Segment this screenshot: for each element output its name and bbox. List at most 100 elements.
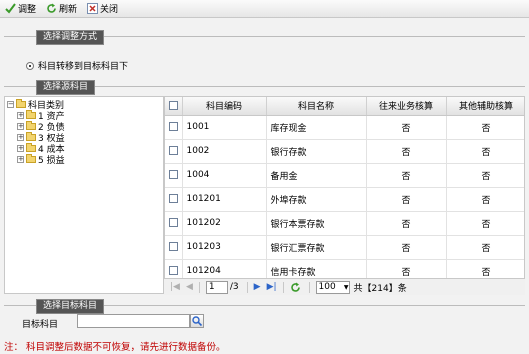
next-page-icon[interactable]: ▶ <box>254 282 261 292</box>
table-row[interactable]: 101202 银行本票存款否否 <box>165 211 524 236</box>
target-account-label: 目标科目 <box>22 320 59 330</box>
account-code: 1001 <box>182 115 267 140</box>
folder-icon <box>26 142 36 152</box>
wanglai-flag: 否 <box>366 139 447 164</box>
prev-page-icon[interactable]: ◀ <box>186 282 193 292</box>
dropdown-arrow-icon: ▼ <box>343 283 349 291</box>
account-name: 银行存款 <box>266 139 367 164</box>
adjust-mode-section: 选择调整方式 <box>4 30 525 45</box>
row-checkbox[interactable] <box>168 218 178 227</box>
adjust-button-label: 调整 <box>18 5 37 15</box>
row-checkbox[interactable] <box>168 122 178 131</box>
tree-root[interactable]: − 科目类别 <box>7 98 64 111</box>
account-name: 备用金 <box>266 163 367 188</box>
target-section: 选择目标科目 <box>4 299 525 314</box>
expand-icon[interactable]: + <box>17 122 24 130</box>
total-pages-label: /3 <box>229 282 239 292</box>
tree-node-equity[interactable]: + 3 权益 <box>17 131 65 144</box>
source-legend: 选择源科目 <box>36 80 96 95</box>
row-checkbox[interactable] <box>168 170 178 179</box>
tree-node-assets[interactable]: + 1 资产 <box>17 109 65 122</box>
account-code: 1002 <box>182 139 267 164</box>
page-size-value: 100 <box>318 282 336 292</box>
wanglai-flag: 否 <box>366 187 447 212</box>
row-checkbox-cell[interactable] <box>165 139 183 164</box>
refresh-icon <box>47 3 56 13</box>
pager: |◀ ◀ /3 ▶ ▶| 100 ▼ 共【214】条 <box>164 278 525 295</box>
account-code: 101203 <box>182 235 267 260</box>
target-legend: 选择目标科目 <box>36 299 105 314</box>
radio-selected[interactable] <box>26 61 34 70</box>
search-icon <box>192 316 203 327</box>
page-number-input[interactable] <box>205 280 228 294</box>
move-to-target-option[interactable]: 科目转移到目标科目下 <box>26 59 128 72</box>
tree-node-liabilities[interactable]: + 2 负债 <box>17 120 65 133</box>
account-code: 1004 <box>182 163 267 188</box>
table-row[interactable]: 1004 备用金否否 <box>165 163 524 188</box>
account-name: 银行汇票存款 <box>266 235 367 260</box>
row-checkbox-cell[interactable] <box>165 187 183 212</box>
refresh-button-label: 刷新 <box>59 5 78 15</box>
row-checkbox[interactable] <box>168 242 178 251</box>
target-lookup-button[interactable] <box>190 314 204 328</box>
target-account-input[interactable] <box>77 314 190 328</box>
move-to-target-label: 科目转移到目标科目下 <box>38 62 129 72</box>
collapse-icon[interactable]: − <box>7 100 14 108</box>
expand-icon[interactable]: + <box>17 133 24 141</box>
column-header-name[interactable]: 科目名称 <box>266 97 367 116</box>
first-page-icon[interactable]: |◀ <box>170 282 180 292</box>
wanglai-flag: 否 <box>366 163 447 188</box>
page-size-select[interactable]: 100 ▼ <box>315 280 350 294</box>
other-flag: 否 <box>446 163 524 188</box>
refresh-icon[interactable] <box>290 282 301 293</box>
row-checkbox[interactable] <box>168 146 178 155</box>
expand-icon[interactable]: + <box>17 111 24 119</box>
expand-icon[interactable]: + <box>17 144 24 152</box>
select-all-header[interactable] <box>165 97 183 116</box>
tree-node-profit-loss[interactable]: + 5 损益 <box>17 153 65 166</box>
row-checkbox[interactable] <box>168 266 178 275</box>
account-name: 银行本票存款 <box>266 211 367 236</box>
row-checkbox-cell[interactable] <box>165 235 183 260</box>
row-checkbox-cell[interactable] <box>165 115 183 140</box>
account-grid: 科目编码 科目名称 往来业务核算 其他辅助核算 1001 库存现金否否 1002 银行… <box>164 96 525 294</box>
row-checkbox-cell[interactable] <box>165 163 183 188</box>
tree-node-cost[interactable]: + 4 成本 <box>17 142 65 155</box>
last-page-icon[interactable]: ▶| <box>267 282 277 292</box>
select-all-checkbox[interactable] <box>168 100 178 110</box>
category-tree: − 科目类别 + 1 资产 + 2 负债 + 3 权益 + 4 成本 + 5 损… <box>4 96 164 294</box>
wanglai-flag: 否 <box>366 211 447 236</box>
column-header-wanglai[interactable]: 往来业务核算 <box>366 97 447 116</box>
refresh-button[interactable]: 刷新 <box>43 1 80 17</box>
row-checkbox-cell[interactable] <box>165 211 183 236</box>
account-code: 101202 <box>182 211 267 236</box>
wanglai-flag: 否 <box>366 115 447 140</box>
expand-icon[interactable]: + <box>17 155 24 163</box>
total-count-label: 共【214】条 <box>353 283 407 294</box>
pager-divider <box>282 281 284 293</box>
table-row[interactable]: 101203 银行汇票存款否否 <box>165 235 524 260</box>
account-table: 科目编码 科目名称 往来业务核算 其他辅助核算 1001 库存现金否否 1002 银行… <box>165 97 524 293</box>
other-flag: 否 <box>446 211 524 236</box>
other-flag: 否 <box>446 235 524 260</box>
source-section: 选择源科目 <box>4 80 525 95</box>
tree-node-label: 5 损益 <box>38 155 65 166</box>
table-row[interactable]: 1002 银行存款否否 <box>165 139 524 164</box>
close-icon <box>87 3 99 14</box>
close-button[interactable]: 关闭 <box>84 1 121 17</box>
table-row[interactable]: 1001 库存现金否否 <box>165 115 524 140</box>
folder-open-icon <box>16 98 26 108</box>
toolbar: 调整 刷新 关闭 <box>0 0 529 18</box>
adjust-button[interactable]: 调整 <box>2 1 39 17</box>
pager-divider <box>198 281 200 293</box>
warning-note: 注： 科目调整后数据不可恢复，请先进行数据备份。 <box>4 342 226 353</box>
column-header-other[interactable]: 其他辅助核算 <box>446 97 524 116</box>
close-button-label: 关闭 <box>100 5 119 15</box>
other-flag: 否 <box>446 139 524 164</box>
account-name: 库存现金 <box>266 115 367 140</box>
wanglai-flag: 否 <box>366 235 447 260</box>
column-header-code[interactable]: 科目编码 <box>182 97 267 116</box>
table-row[interactable]: 101201 外埠存款否否 <box>165 187 524 212</box>
row-checkbox[interactable] <box>168 194 178 203</box>
table-header-row: 科目编码 科目名称 往来业务核算 其他辅助核算 <box>165 97 524 116</box>
